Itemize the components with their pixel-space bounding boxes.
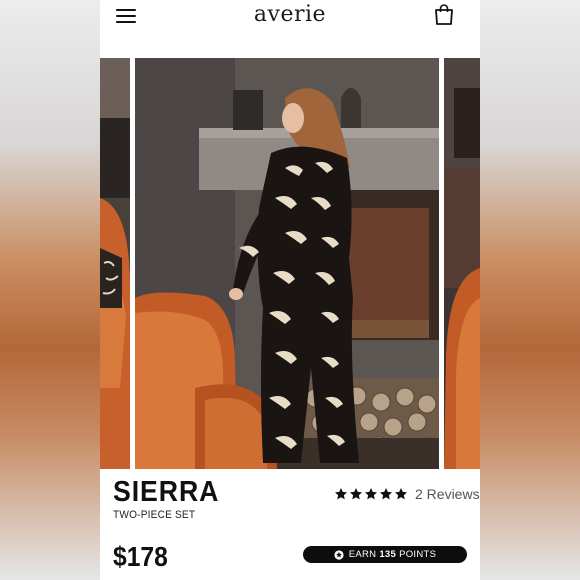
product-price: $178 <box>113 541 168 572</box>
product-page: averie SIERRA TWO-PIECE SET 2 Reviews $1… <box>100 0 480 580</box>
star-icon <box>379 488 393 500</box>
points-value: 135 <box>379 549 397 560</box>
shopping-bag-icon[interactable] <box>433 3 455 25</box>
brand-logo[interactable]: averie <box>100 2 480 27</box>
product-main-image[interactable] <box>135 58 439 469</box>
blurred-backdrop-right <box>480 0 580 580</box>
star-icon <box>349 488 363 500</box>
product-image-carousel[interactable] <box>100 58 480 469</box>
earn-label: EARN <box>348 549 377 560</box>
reviews-link[interactable]: 2 Reviews <box>415 486 480 502</box>
carousel-prev-image[interactable] <box>100 58 130 469</box>
star-rating <box>334 487 408 501</box>
points-label: POINTS <box>399 549 437 560</box>
carousel-next-image[interactable] <box>444 58 480 469</box>
star-icon <box>364 488 378 500</box>
earn-points-badge[interactable]: EARN 135 POINTS <box>303 546 467 563</box>
blurred-backdrop-left <box>0 0 100 580</box>
product-subtitle: TWO-PIECE SET <box>113 509 196 521</box>
header: averie <box>100 0 480 58</box>
product-rating[interactable]: 2 Reviews <box>334 486 480 502</box>
product-title: SIERRA <box>113 476 220 508</box>
reward-star-icon <box>334 549 344 560</box>
star-icon <box>394 488 408 500</box>
star-icon <box>334 488 348 500</box>
